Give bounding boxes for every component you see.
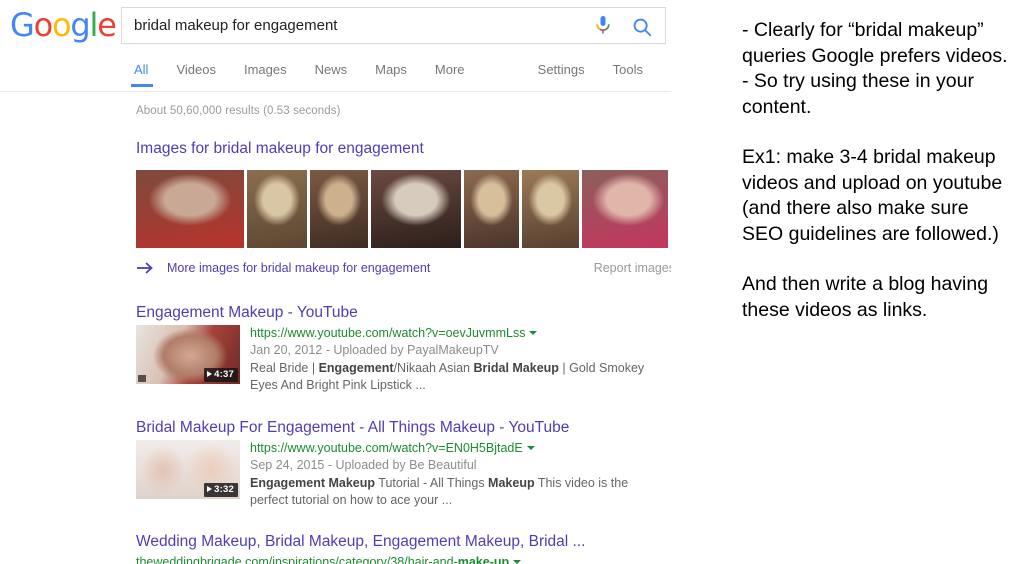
result-url-text: https://www.youtube.com/watch?v=EN0H5Bjt… — [250, 441, 523, 455]
logo-letter-e: e — [97, 6, 117, 44]
annotation-notes: - Clearly for “bridal makeup” queries Go… — [742, 18, 1014, 323]
search-box[interactable] — [121, 7, 666, 44]
microphone-icon[interactable] — [593, 15, 613, 37]
google-serp-screenshot: Google All — [0, 0, 671, 564]
tab-news[interactable]: News — [301, 55, 362, 87]
result-url[interactable]: https://www.youtube.com/watch?v=EN0H5Bjt… — [250, 440, 668, 457]
result-title[interactable]: Wedding Makeup, Bridal Makeup, Engagemen… — [136, 532, 668, 551]
tab-videos[interactable]: Videos — [162, 55, 230, 87]
video-thumb-bridal-makeup-for-engagement[interactable]: 3:32 — [136, 440, 240, 499]
note-paragraph-3: And then write a blog having these video… — [742, 273, 989, 321]
bridal-makeup-thumb-7[interactable] — [582, 170, 668, 248]
result-url-text: theweddingbrigade.com/inspirations/categ… — [136, 555, 510, 564]
result-snippet: Engagement Makeup Tutorial - All Things … — [250, 476, 629, 507]
logo-letter-o2: o — [52, 6, 72, 44]
search-nav-tabs: All Videos Images News Maps More Setting… — [0, 55, 671, 91]
result-title[interactable]: Bridal Makeup For Engagement - All Thing… — [136, 418, 668, 437]
nav-tabs-left: All Videos Images News Maps More — [128, 55, 479, 87]
bridal-makeup-thumb-6[interactable] — [522, 170, 579, 248]
video-thumb-engagement-makeup[interactable]: 4:37 — [136, 325, 240, 384]
search-result-video-2: Bridal Makeup For Engagement - All Thing… — [136, 418, 668, 508]
more-images-row: More images for bridal makeup for engage… — [136, 260, 671, 278]
report-images-link[interactable]: Report images — [594, 260, 671, 276]
tab-maps[interactable]: Maps — [361, 55, 421, 87]
bridal-makeup-thumb-1[interactable] — [136, 170, 244, 248]
chevron-down-icon[interactable] — [513, 560, 522, 564]
search-result-3: Wedding Makeup, Bridal Makeup, Engagemen… — [136, 532, 668, 564]
tab-more[interactable]: More — [421, 55, 479, 87]
bridal-makeup-thumb-4[interactable] — [371, 170, 461, 248]
nav-tabs-right: Settings Tools — [532, 55, 657, 87]
result-url[interactable]: theweddingbrigade.com/inspirations/categ… — [136, 554, 668, 564]
video-duration-badge: 3:32 — [204, 483, 238, 497]
logo-letter-g2: g — [70, 6, 90, 44]
bridal-makeup-thumb-5[interactable] — [464, 170, 519, 248]
serp-header: Google All — [0, 0, 671, 92]
arrow-right-icon — [136, 260, 156, 276]
video-duration-badge: 4:37 — [204, 368, 238, 382]
tab-settings[interactable]: Settings — [532, 55, 599, 87]
result-snippet: Real Bride | Engagement/Nikaah Asian Bri… — [250, 361, 645, 392]
tab-all[interactable]: All — [128, 55, 162, 87]
image-results-strip — [136, 170, 668, 248]
chevron-down-icon[interactable] — [529, 331, 538, 335]
search-results-column: About 50,60,000 results (0.53 seconds) I… — [0, 92, 671, 564]
tab-tools[interactable]: Tools — [599, 55, 657, 87]
play-icon — [207, 371, 213, 377]
result-stats: About 50,60,000 results (0.53 seconds) — [136, 105, 341, 117]
logo-letter-g1: G — [10, 6, 35, 44]
more-images-link[interactable]: More images for bridal makeup for engage… — [167, 260, 430, 276]
result-date-uploader: Sep 24, 2015 - Uploaded by Be Beautiful — [250, 458, 477, 472]
result-title[interactable]: Engagement Makeup - YouTube — [136, 303, 668, 322]
logo-letter-l: l — [89, 6, 99, 44]
note-paragraph-2: Ex1: make 3-4 bridal makeup videos and u… — [742, 146, 1003, 245]
thumb-corner-marker — [138, 375, 146, 382]
tab-images[interactable]: Images — [230, 55, 301, 87]
search-input[interactable] — [134, 8, 594, 43]
search-icon[interactable] — [631, 16, 653, 38]
result-date-uploader: Jan 20, 2012 - Uploaded by PayalMakeupTV — [250, 343, 499, 357]
result-url[interactable]: https://www.youtube.com/watch?v=oevJuvmm… — [250, 325, 668, 342]
result-url-text: https://www.youtube.com/watch?v=oevJuvmm… — [250, 326, 526, 340]
video-duration-text: 3:32 — [214, 484, 234, 495]
play-icon — [207, 486, 213, 492]
images-block-title[interactable]: Images for bridal makeup for engagement — [136, 140, 671, 158]
logo-letter-o1: o — [33, 6, 54, 44]
note-paragraph-1: - Clearly for “bridal makeup” queries Go… — [742, 19, 1008, 118]
chevron-down-icon[interactable] — [526, 446, 535, 450]
video-duration-text: 4:37 — [214, 369, 234, 380]
bridal-makeup-thumb-3[interactable] — [310, 170, 368, 248]
bridal-makeup-thumb-2[interactable] — [247, 170, 307, 248]
google-logo[interactable]: Google — [10, 6, 117, 44]
search-result-video-1: Engagement Makeup - YouTube 4:37 https:/… — [136, 303, 668, 393]
